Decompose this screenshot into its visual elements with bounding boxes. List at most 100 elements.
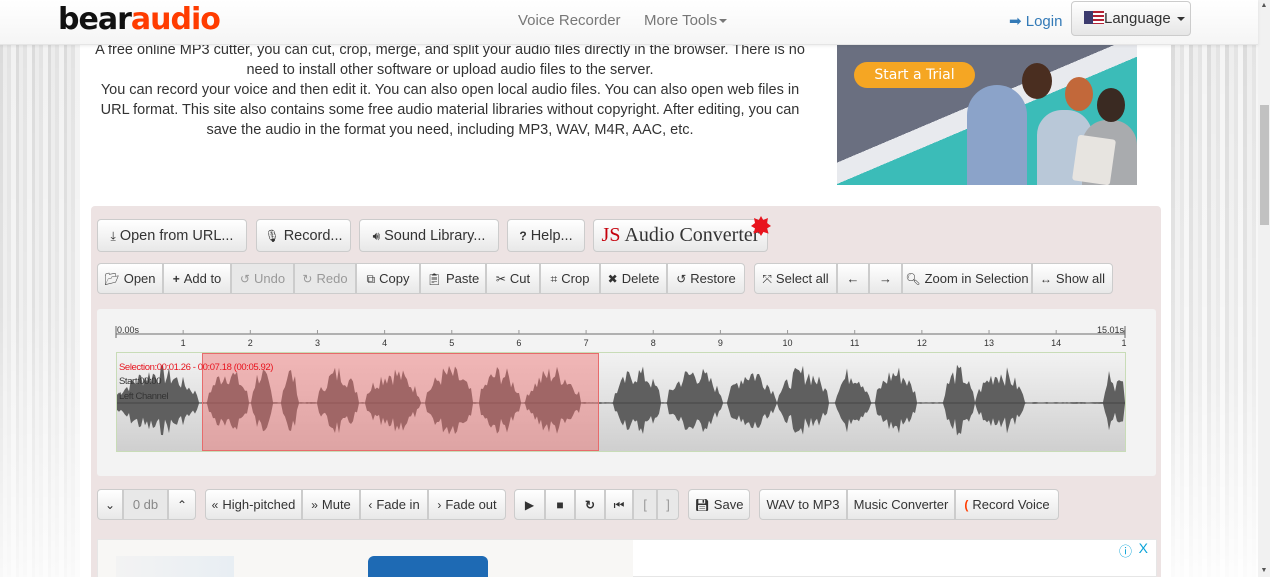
copy-label: Copy: [379, 271, 410, 286]
fade-out-button[interactable]: › Fade out: [428, 489, 506, 520]
loop-button[interactable]: ↻: [575, 489, 605, 520]
logo[interactable]: bearaudio: [58, 2, 221, 37]
ad-person-shape: [967, 85, 1027, 185]
add-to-label: Add to: [183, 271, 222, 286]
open-from-url-button[interactable]: ⤓ Open from URL...: [97, 219, 247, 252]
restore-button[interactable]: ↺ Restore: [667, 263, 745, 294]
zoom-in-icon: 🔍︎: [905, 271, 921, 286]
bracket-right-label: ]: [666, 497, 670, 512]
double-chevron-up-icon: «: [211, 497, 219, 512]
folder-open-icon: 📂︎: [104, 271, 120, 286]
zoom-in-selection-button[interactable]: 🔍︎ Zoom in Selection: [902, 263, 1032, 294]
mute-button[interactable]: » Mute: [302, 489, 360, 520]
select-all-button[interactable]: ⤧ Select all: [754, 263, 837, 294]
double-chevron-down-icon: »: [311, 497, 318, 512]
volume-up-button[interactable]: ⌃: [168, 489, 196, 520]
stop-button[interactable]: ■: [545, 489, 575, 520]
record-button[interactable]: 🎙︎ Record...: [256, 219, 351, 252]
logo-text-bear: bear: [58, 2, 132, 37]
ad-close-icon[interactable]: X: [1139, 540, 1148, 556]
save-label: Save: [713, 497, 744, 512]
copy-button[interactable]: ⧉ Copy: [356, 263, 420, 294]
floppy-disk-icon: 💾︎: [694, 497, 710, 512]
nav-voice-recorder[interactable]: Voice Recorder: [518, 12, 621, 29]
delete-x-icon: ✖: [607, 271, 618, 286]
ruler-start-label: 0.00s: [117, 325, 140, 335]
page-scrollbar[interactable]: ▲ ▼: [1258, 0, 1270, 577]
expand-icon: ⤧: [762, 271, 772, 286]
nav-more-tools-label: More Tools: [644, 12, 718, 29]
sound-library-button[interactable]: 🔊︎ Sound Library...: [359, 219, 499, 252]
bottom-ad[interactable]: ⓘ X: [97, 539, 1157, 577]
volume-down-button[interactable]: ⌄: [97, 489, 123, 520]
record-voice-icon: (: [964, 497, 969, 512]
record-voice-button[interactable]: (Record Voice: [955, 489, 1059, 520]
time-ruler[interactable]: 0.00s 15.01s1 2 3 4 5 6 7 8 9 10 11 12 13 14 1: [115, 322, 1127, 350]
scroll-thumb[interactable]: [1260, 105, 1269, 225]
record-voice-label: Record Voice: [972, 497, 1050, 512]
ruler-tick-label: 7: [584, 338, 589, 348]
start-trial-button[interactable]: Start a Trial: [854, 62, 975, 88]
play-button[interactable]: ▶: [514, 489, 545, 520]
fade-out-label: Fade out: [445, 497, 497, 512]
ruler-end-label: 15.01s: [1097, 325, 1125, 335]
history-icon: ↺: [676, 271, 687, 286]
js-audio-converter-link[interactable]: JS Audio Converter: [593, 216, 771, 252]
fade-in-button[interactable]: ‹ Fade in: [360, 489, 428, 520]
intro-paragraph-2: You can record your voice and then edit …: [100, 82, 800, 138]
us-flag-icon: [1084, 11, 1104, 24]
scroll-down-arrow-icon[interactable]: ▼: [1258, 565, 1270, 577]
ruler-tick-label: 5: [449, 338, 454, 348]
refresh-icon: ↻: [584, 497, 596, 512]
ruler-tick-label: 9: [718, 338, 723, 348]
music-converter-button[interactable]: Music Converter: [847, 489, 955, 520]
wav-to-mp3-label: WAV to MP3: [766, 497, 840, 512]
move-right-button[interactable]: →: [869, 263, 902, 294]
language-dropdown[interactable]: Language: [1071, 1, 1191, 36]
high-pitched-label: High-pitched: [222, 497, 296, 512]
ruler-tick-label: 6: [516, 338, 521, 348]
question-icon: ?: [519, 228, 527, 243]
move-left-button[interactable]: ←: [837, 263, 869, 294]
nav-more-tools[interactable]: More Tools: [644, 12, 728, 29]
ad-person-shape: [1022, 63, 1052, 99]
cut-button[interactable]: ✂ Cut: [486, 263, 540, 294]
skip-to-start-button[interactable]: ⏮︎: [605, 489, 633, 520]
undo-button[interactable]: ↺ Undo: [231, 263, 294, 294]
paste-button[interactable]: 📋︎ Paste: [420, 263, 486, 294]
redo-button[interactable]: ↻ Redo: [294, 263, 356, 294]
mute-label: Mute: [321, 497, 351, 512]
ad-tablet-shape: [1071, 134, 1117, 185]
ruler-tick-label: 4: [382, 338, 387, 348]
intro-text: A free online MP3 cutter, you can cut, c…: [90, 40, 810, 140]
redo-icon: ↻: [302, 271, 313, 286]
help-button[interactable]: ? Help...: [507, 219, 585, 252]
show-all-button[interactable]: ↔ Show all: [1032, 263, 1113, 294]
bracket-left-label: [: [643, 497, 647, 512]
ruler-tick-label: 1: [1121, 338, 1126, 348]
redo-label: Redo: [316, 271, 348, 286]
ad-banner[interactable]: Start a Trial: [837, 45, 1137, 185]
set-selection-end-button[interactable]: ]: [657, 489, 679, 520]
open-button[interactable]: 📂︎ Open: [97, 263, 163, 294]
high-pitched-button[interactable]: «High-pitched: [205, 489, 302, 520]
volume-icon: 🔊︎: [372, 228, 381, 243]
waveform-canvas[interactable]: Selection:00:01.26 - 00:07.18 (00:05.92)…: [116, 352, 1126, 452]
ad-info-icon[interactable]: ⓘ: [1119, 541, 1132, 560]
start-info: Start:00:00: [119, 376, 162, 387]
set-selection-start-button[interactable]: [: [633, 489, 657, 520]
wav-to-mp3-button[interactable]: WAV to MP3: [759, 489, 847, 520]
sound-library-label: Sound Library...: [384, 227, 486, 244]
ruler-tick-label: 8: [651, 338, 656, 348]
chevron-right-icon: ›: [437, 497, 442, 512]
add-to-button[interactable]: + Add to: [163, 263, 231, 294]
crop-button[interactable]: ⌗ Crop: [540, 263, 600, 294]
save-button[interactable]: 💾︎ Save: [688, 489, 750, 520]
login-link[interactable]: ➡ Login: [1009, 12, 1062, 30]
ad-thumbnail: [116, 556, 234, 577]
step-backward-icon: ⏮︎: [613, 497, 625, 512]
scroll-up-arrow-icon[interactable]: ▲: [1258, 0, 1270, 12]
selection-info: Selection:00:01.26 - 00:07.18 (00:05.92): [119, 362, 274, 373]
delete-button[interactable]: ✖ Delete: [600, 263, 667, 294]
download-icon: ⤓: [110, 228, 116, 243]
